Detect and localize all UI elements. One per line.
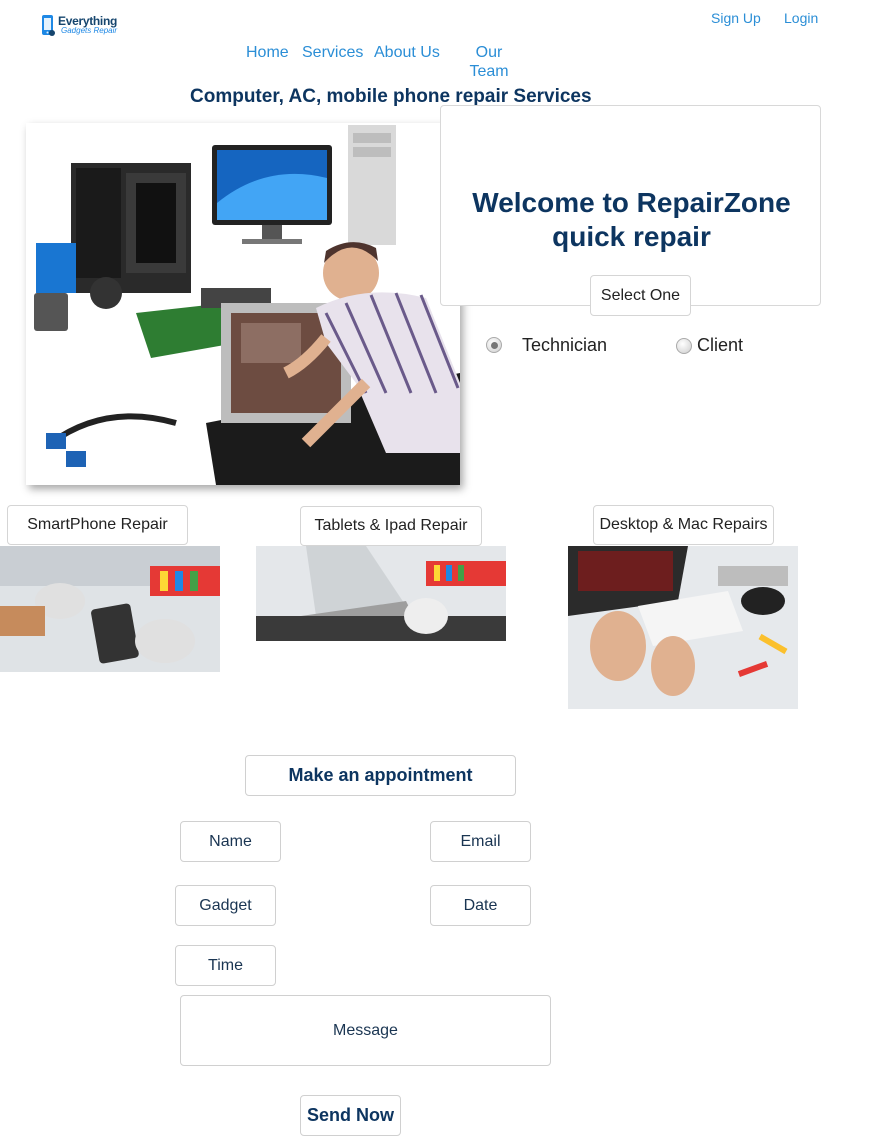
nav-home[interactable]: Home: [246, 43, 289, 62]
nav-our-team-line1: Our: [475, 44, 503, 61]
tablets-ipad-repair-button[interactable]: Tablets & Ipad Repair: [300, 506, 482, 546]
nav-services[interactable]: Services: [302, 43, 363, 62]
make-appointment-heading[interactable]: Make an appointment: [245, 755, 516, 796]
nav-our-team-line2: Team: [469, 63, 509, 80]
nav-our-team[interactable]: Our Team: [469, 43, 509, 81]
client-radio-label[interactable]: Client: [697, 335, 743, 356]
login-link[interactable]: Login: [784, 10, 818, 26]
logo[interactable]: Everything Gadgets Repair: [38, 12, 118, 42]
welcome-title-line2: quick repair: [552, 221, 711, 252]
tablets-ipad-repair-image: [256, 546, 506, 641]
welcome-title: Welcome to RepairZone quick repair: [441, 186, 822, 254]
desktop-mac-repairs-image: [568, 546, 798, 709]
time-field[interactable]: Time: [175, 945, 276, 986]
gadget-field[interactable]: Gadget: [175, 885, 276, 926]
desktop-mac-repairs-button[interactable]: Desktop & Mac Repairs: [593, 505, 774, 545]
technician-radio-label[interactable]: Technician: [522, 335, 607, 356]
smartphone-repair-image: [0, 546, 220, 672]
logo-text-line2: Gadgets Repair: [61, 26, 118, 35]
name-field[interactable]: Name: [180, 821, 281, 862]
welcome-title-line1: Welcome to RepairZone: [472, 187, 791, 218]
select-one-button[interactable]: Select One: [590, 275, 691, 316]
client-radio[interactable]: [676, 338, 692, 354]
send-now-button[interactable]: Send Now: [300, 1095, 401, 1136]
message-field[interactable]: Message: [180, 995, 551, 1066]
signup-link[interactable]: Sign Up: [711, 10, 761, 26]
date-field[interactable]: Date: [430, 885, 531, 926]
hero-image: [26, 123, 460, 485]
email-field[interactable]: Email: [430, 821, 531, 862]
radio-selected-dot: [491, 342, 498, 349]
smartphone-repair-button[interactable]: SmartPhone Repair: [7, 505, 188, 545]
nav-about[interactable]: About Us: [374, 43, 440, 62]
phone-logo-icon: [42, 15, 55, 36]
technician-radio[interactable]: [486, 337, 502, 353]
